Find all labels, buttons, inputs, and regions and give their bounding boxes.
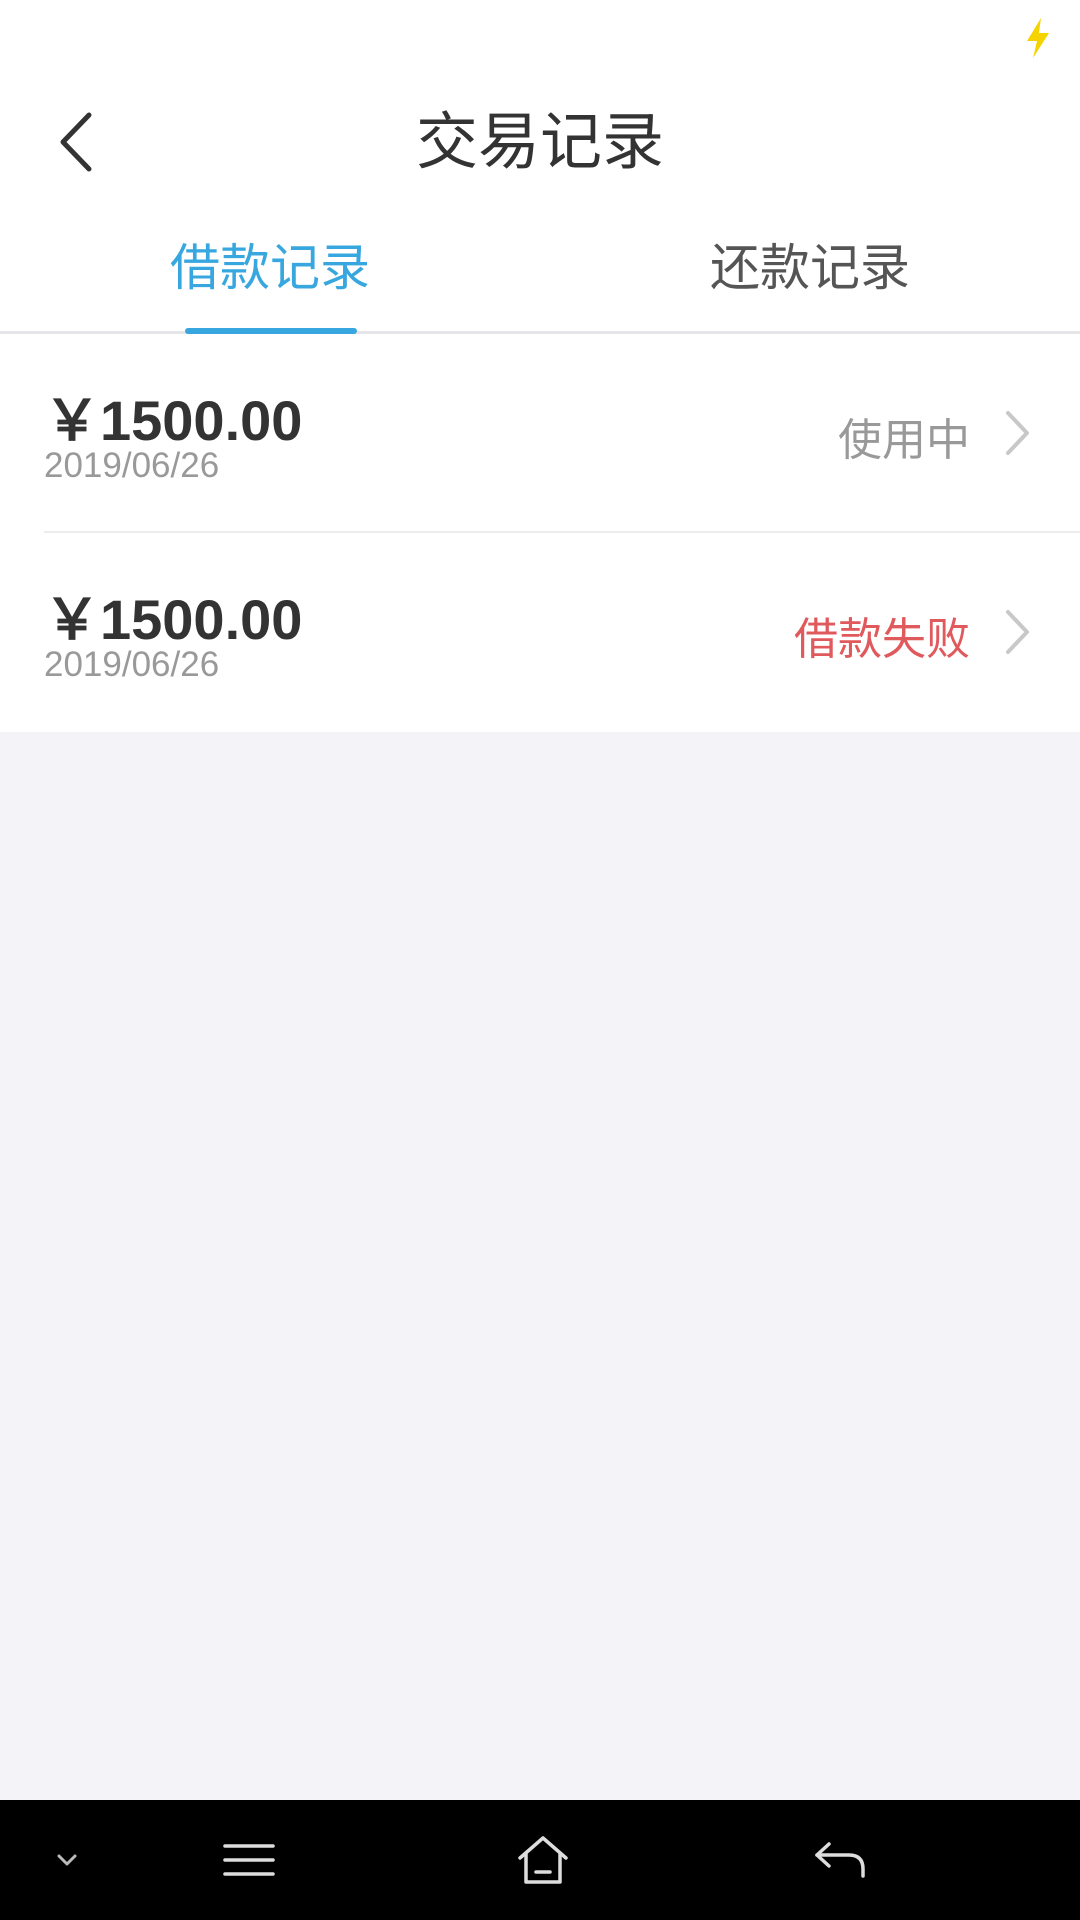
collapse-button[interactable] [37, 1830, 97, 1890]
tab-bar: 借款记录 还款记录 [0, 204, 1080, 334]
back-arrow-icon [815, 1842, 865, 1878]
record-date: 2019/06/26 [44, 645, 220, 684]
tab-label: 借款记录 [170, 239, 370, 297]
navigation-bar [0, 1800, 1080, 1920]
tab-borrow-records[interactable]: 借款记录 [0, 204, 540, 334]
chevron-right-icon [1006, 610, 1029, 654]
record-date: 2019/06/26 [44, 446, 220, 485]
system-back-button[interactable] [810, 1830, 870, 1890]
tab-label: 还款记录 [710, 239, 910, 297]
collapse-down-icon [57, 1854, 77, 1866]
chevron-left-icon [60, 112, 92, 172]
list-item[interactable]: ￥1500.00 2019/06/26 借款失败 [0, 533, 1080, 732]
record-status: 使用中 [838, 415, 970, 466]
header: 交易记录 [0, 80, 1080, 204]
record-amount: ￥1500.00 [44, 389, 303, 452]
menu-button[interactable] [219, 1830, 279, 1890]
home-icon [518, 1836, 568, 1884]
back-button[interactable] [38, 104, 114, 180]
list-item[interactable]: ￥1500.00 2019/06/26 使用中 [0, 334, 1080, 533]
menu-icon [223, 1844, 275, 1876]
chevron-right-icon [1006, 411, 1029, 455]
tab-repayment-records[interactable]: 还款记录 [540, 204, 1080, 334]
status-bar [0, 0, 1080, 80]
page-title: 交易记录 [415, 105, 664, 178]
record-list: ￥1500.00 2019/06/26 使用中 ￥1500.00 2019/06… [0, 334, 1080, 732]
record-status: 借款失败 [794, 614, 970, 665]
home-button[interactable] [513, 1830, 573, 1890]
charging-bolt-icon [1027, 18, 1049, 58]
record-amount: ￥1500.00 [44, 588, 303, 651]
